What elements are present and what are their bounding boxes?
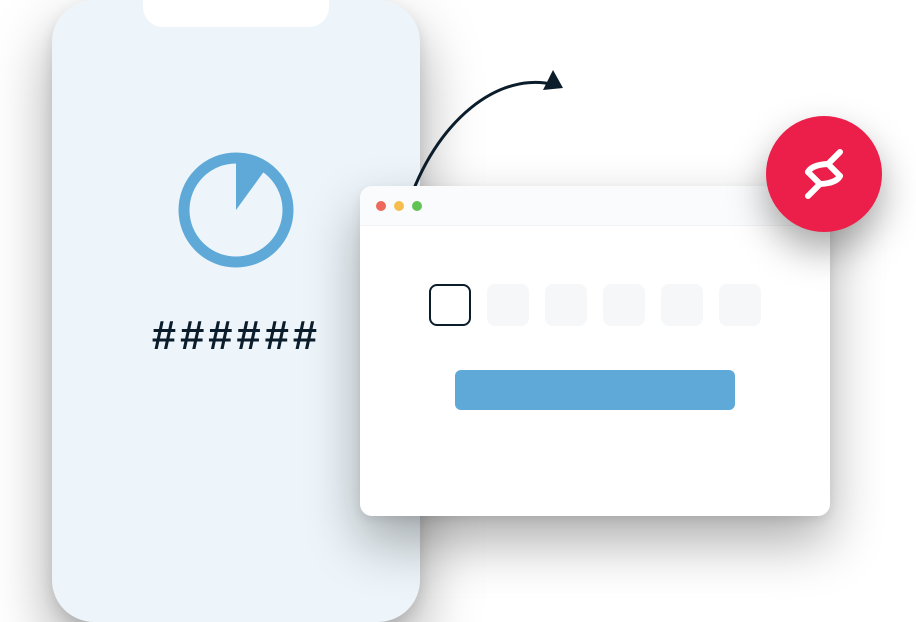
otp-code-placeholder: ###### bbox=[151, 314, 320, 362]
pin-input-row bbox=[429, 284, 761, 326]
countdown-timer-icon bbox=[166, 140, 306, 280]
window-close-icon[interactable] bbox=[376, 201, 386, 211]
window-chrome bbox=[360, 186, 830, 226]
pin-digit-4[interactable] bbox=[603, 284, 645, 326]
pin-digit-6[interactable] bbox=[719, 284, 761, 326]
browser-body bbox=[360, 226, 830, 410]
phone-notch bbox=[143, 0, 329, 27]
pin-digit-3[interactable] bbox=[545, 284, 587, 326]
window-maximize-icon[interactable] bbox=[412, 201, 422, 211]
authy-logo-icon bbox=[794, 144, 854, 204]
pin-digit-2[interactable] bbox=[487, 284, 529, 326]
window-minimize-icon[interactable] bbox=[394, 201, 404, 211]
submit-button[interactable] bbox=[455, 370, 735, 410]
authy-badge bbox=[766, 116, 882, 232]
pin-digit-1[interactable] bbox=[429, 284, 471, 326]
browser-window bbox=[360, 186, 830, 516]
pin-digit-5[interactable] bbox=[661, 284, 703, 326]
